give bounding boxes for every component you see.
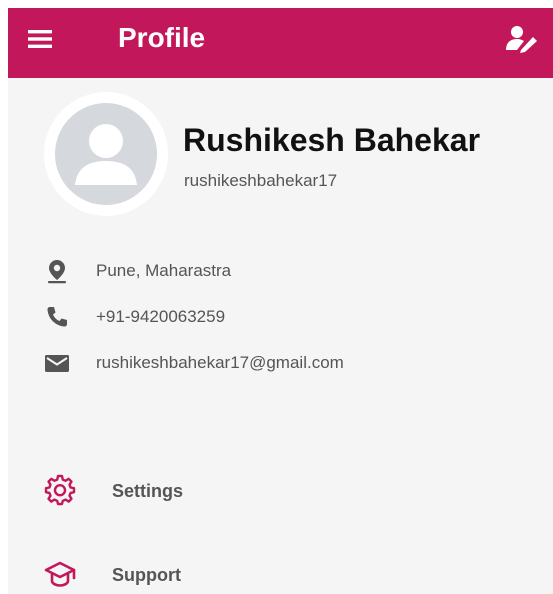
phone-icon <box>44 304 70 330</box>
profile-username: rushikeshbahekar17 <box>184 171 338 190</box>
menu-item-label: Settings <box>112 481 184 501</box>
email-icon <box>44 350 70 376</box>
person-avatar-icon <box>55 103 157 205</box>
avatar[interactable] <box>44 92 168 216</box>
edit-profile-icon[interactable] <box>505 24 539 54</box>
profile-screen: Profile Rushikesh Bahekar rushikeshbahek… <box>8 8 553 594</box>
location-text: Pune, Maharastra <box>96 261 232 280</box>
app-bar: Profile <box>8 8 553 78</box>
profile-name: Rushikesh Bahekar <box>183 122 481 158</box>
phone-text: +91-9420063259 <box>96 307 226 326</box>
hamburger-menu-icon[interactable] <box>28 27 52 51</box>
graduation-cap-icon <box>44 558 76 590</box>
page-title: Profile <box>118 22 206 53</box>
menu-item-label: Support <box>112 565 181 585</box>
location-pin-icon <box>44 258 70 284</box>
gear-icon <box>44 474 76 506</box>
email-text: rushikeshbahekar17@gmail.com <box>96 353 344 372</box>
